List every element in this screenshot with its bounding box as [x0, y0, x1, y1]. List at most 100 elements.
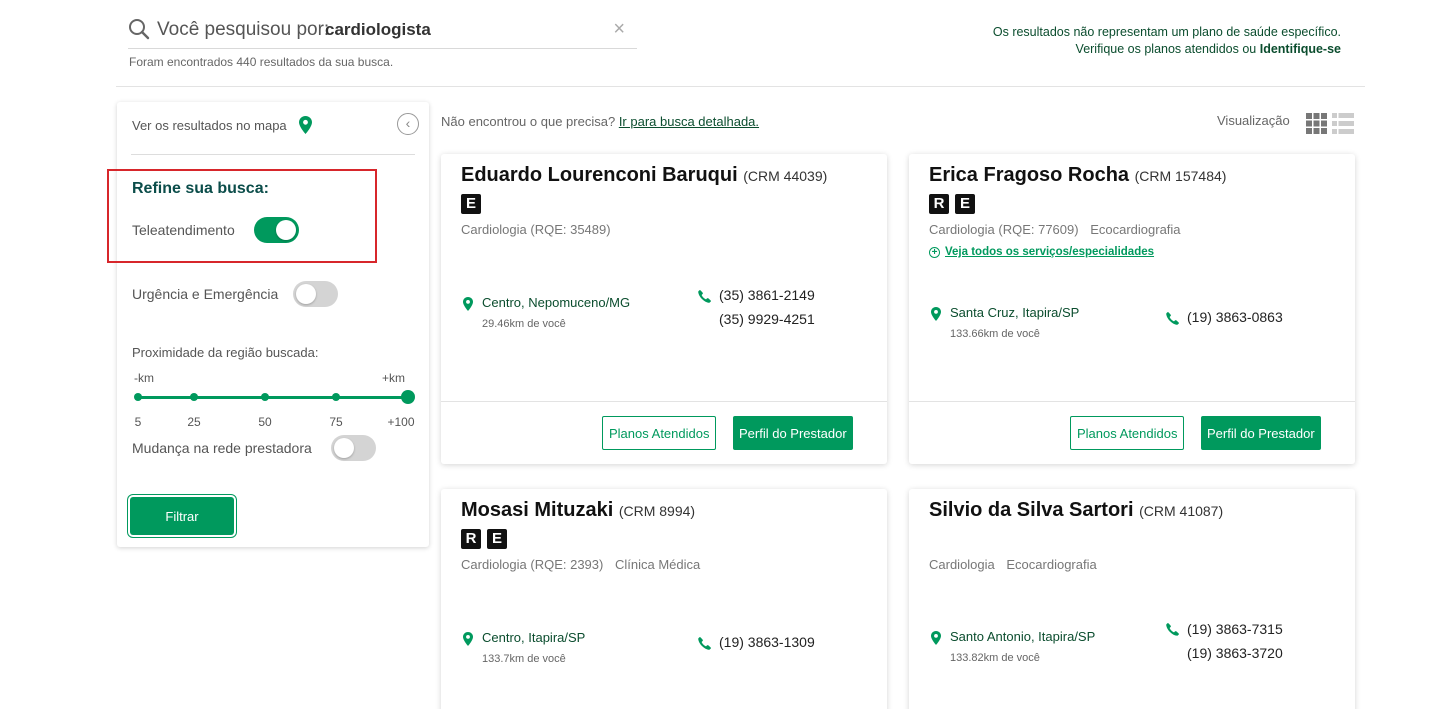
provider-crm: (CRM 44039) — [743, 168, 828, 184]
teleatendimento-toggle[interactable] — [254, 217, 299, 243]
map-results-link[interactable]: Ver os resultados no mapa — [132, 118, 287, 133]
badge-r-icon: R — [461, 529, 481, 549]
slider-tick-label: 50 — [258, 415, 272, 429]
provider-phone[interactable]: (19) 3863-1309 — [719, 634, 815, 650]
view-label: Visualização — [1217, 113, 1290, 128]
provider-specialties: Cardiologia (RQE: 2393) Clínica Médica — [461, 557, 708, 572]
phone-icon — [698, 290, 711, 303]
map-pin-icon[interactable] — [299, 116, 312, 134]
toggle-knob — [276, 220, 296, 240]
provider-name[interactable]: Erica Fragoso Rocha — [929, 164, 1129, 186]
all-services-link[interactable]: + Veja todos os serviços/especialidades — [929, 246, 1154, 258]
sidebar-divider — [131, 154, 415, 155]
plan-disclaimer: Os resultados não representam um plano d… — [993, 24, 1341, 58]
provider-card: Mosasi Mituzaki (CRM 8994) RE Cardiologi… — [441, 489, 887, 709]
badge-e-icon: E — [487, 529, 507, 549]
provider-location[interactable]: Santo Antonio, Itapira/SP — [950, 629, 1095, 644]
specialty: Cardiologia — [929, 557, 995, 572]
slider-tick-label: +100 — [387, 415, 415, 429]
toggle-knob — [296, 284, 316, 304]
provider-name[interactable]: Mosasi Mituzaki — [461, 499, 613, 521]
all-services-label: Veja todos os serviços/especialidades — [945, 246, 1155, 258]
mudanca-label: Mudança na rede prestadora — [132, 440, 312, 456]
profile-button[interactable]: Perfil do Prestador — [1201, 416, 1321, 450]
provider-specialties: Cardiologia (RQE: 77609) Ecocardiografia — [929, 222, 1189, 237]
provider-specialties: Cardiologia (RQE: 35489) — [461, 222, 619, 237]
detailed-search-link[interactable]: Ir para busca detalhada. — [619, 114, 759, 129]
provider-crm: (CRM 41087) — [1139, 503, 1224, 519]
slider-stop-5[interactable] — [134, 393, 142, 401]
provider-location[interactable]: Centro, Itapira/SP — [482, 630, 585, 645]
search-icon — [129, 19, 150, 40]
specialty: Clínica Médica — [614, 557, 701, 572]
proximity-slider[interactable] — [134, 390, 415, 404]
specialty: Cardiologia (RQE: 77609) — [929, 222, 1079, 237]
provider-distance: 133.66km de você — [950, 328, 1040, 340]
toggle-knob — [334, 438, 354, 458]
badge-e-icon: E — [461, 194, 481, 214]
provider-location[interactable]: Centro, Nepomuceno/MG — [482, 295, 630, 310]
refine-title: Refine sua busca: — [132, 180, 269, 197]
list-view-icon[interactable] — [1332, 113, 1354, 134]
specialty: Cardiologia (RQE: 35489) — [461, 222, 611, 237]
location-pin-icon — [931, 307, 941, 321]
provider-crm: (CRM 157484) — [1134, 168, 1227, 184]
badge-e-icon: E — [955, 194, 975, 214]
search-prefix: Você pesquisou por: — [157, 19, 330, 40]
grid-view-icon[interactable] — [1306, 113, 1327, 134]
slider-stop-75[interactable] — [332, 393, 340, 401]
slider-stop-50[interactable] — [261, 393, 269, 401]
disclaimer-line-1: Os resultados não representam um plano d… — [992, 25, 1341, 39]
plans-button[interactable]: Planos Atendidos — [602, 416, 717, 450]
provider-location[interactable]: Santa Cruz, Itapira/SP — [950, 305, 1079, 320]
provider-card: Eduardo Lourenconi Baruqui (CRM 44039) E… — [441, 154, 887, 464]
provider-name-line: Erica Fragoso Rocha (CRM 157484) — [929, 164, 1226, 187]
plus-circle-icon: + — [929, 247, 940, 258]
provider-crm: (CRM 8994) — [618, 503, 696, 519]
location-pin-icon — [463, 297, 473, 311]
header-divider — [116, 86, 1365, 87]
specialty: Cardiologia (RQE: 2393) — [461, 557, 604, 572]
provider-phone[interactable]: (19) 3863-3720 — [1187, 645, 1283, 661]
provider-card: Silvio da Silva Sartori (CRM 41087) Card… — [909, 489, 1355, 709]
provider-badges: RE — [929, 194, 981, 214]
urgencia-label: Urgência e Emergência — [132, 286, 279, 302]
disclaimer-line-2: Verifique os planos atendidos ou Identif… — [993, 41, 1341, 58]
slider-stop-25[interactable] — [190, 393, 198, 401]
provider-name[interactable]: Silvio da Silva Sartori — [929, 499, 1134, 521]
filter-sidebar: Ver os resultados no mapa ‹ Refine sua b… — [107, 102, 429, 547]
provider-phone[interactable]: (19) 3863-7315 — [1187, 621, 1283, 637]
badge-r-icon: R — [929, 194, 949, 214]
phone-icon — [1166, 623, 1179, 636]
filter-button[interactable]: Filtrar — [130, 497, 234, 535]
slider-tick-label: 5 — [134, 415, 142, 429]
specialty: Ecocardiografia — [1006, 557, 1097, 572]
search-term[interactable]: cardiologista — [325, 20, 431, 40]
provider-name-line: Eduardo Lourenconi Baruqui (CRM 44039) — [461, 164, 827, 187]
slider-handle[interactable] — [401, 390, 415, 404]
urgencia-toggle[interactable] — [293, 281, 338, 307]
clear-search-icon[interactable]: × — [613, 18, 625, 41]
search-bar[interactable]: Você pesquisou por: cardiologista × — [128, 17, 637, 49]
collapse-sidebar-button[interactable]: ‹ — [397, 113, 419, 135]
slider-tick-label: 25 — [187, 415, 201, 429]
mudanca-toggle[interactable] — [331, 435, 376, 461]
detailed-search-prompt: Não encontrou o que precisa? Ir para bus… — [441, 114, 759, 129]
slider-min-label: -km — [134, 371, 154, 385]
identify-link[interactable]: Identifique-se — [1260, 42, 1341, 56]
specialty: Ecocardiografia — [1090, 222, 1181, 237]
provider-card: Erica Fragoso Rocha (CRM 157484) RE Card… — [909, 154, 1355, 464]
card-divider — [909, 401, 1355, 402]
location-pin-icon — [931, 631, 941, 645]
provider-phone[interactable]: (35) 9929-4251 — [719, 311, 815, 327]
profile-button[interactable]: Perfil do Prestador — [733, 416, 853, 450]
provider-phone[interactable]: (35) 3861-2149 — [719, 287, 815, 303]
provider-name-line: Silvio da Silva Sartori (CRM 41087) — [929, 499, 1223, 522]
provider-distance: 29.46km de você — [482, 318, 566, 330]
provider-specialties: Cardiologia Ecocardiografia — [929, 557, 1105, 572]
slider-tick-label: 75 — [329, 415, 343, 429]
provider-phone[interactable]: (19) 3863-0863 — [1187, 309, 1283, 325]
plans-button[interactable]: Planos Atendidos — [1070, 416, 1185, 450]
notfound-text: Não encontrou o que precisa? — [441, 114, 616, 129]
provider-name[interactable]: Eduardo Lourenconi Baruqui — [461, 164, 738, 186]
